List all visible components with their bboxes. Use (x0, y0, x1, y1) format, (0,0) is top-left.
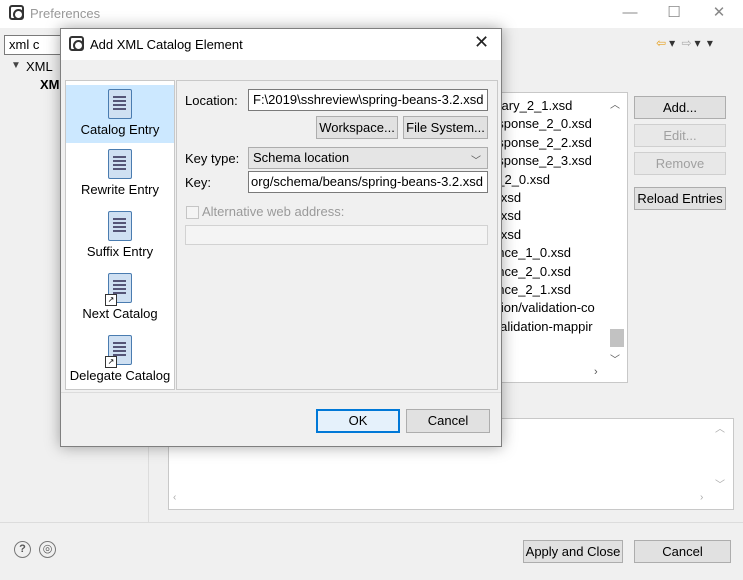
catalog-entry-row[interactable]: ence_2_1.xsd (490, 282, 571, 297)
scroll-right-icon[interactable]: › (594, 366, 598, 378)
close-icon[interactable]: ✕ (707, 4, 731, 22)
catalog-entry-row[interactable]: esponse_2_3.xsd (490, 153, 592, 168)
catalog-entry-row[interactable]: esponse_2_0.xsd (490, 116, 592, 131)
suffix-entry-icon (108, 211, 132, 241)
type-label: Suffix Entry (86, 244, 154, 259)
key-value: org/schema/beans/spring-beans-3.2.xsd (251, 174, 483, 189)
key-type-label: Key type: (185, 151, 240, 166)
details-scroll-left-icon[interactable]: ‹ (173, 492, 176, 503)
dialog-close-icon[interactable]: ✕ (474, 32, 489, 53)
details-scroll-down-icon[interactable]: ﹀ (715, 476, 725, 491)
type-rewrite-entry[interactable]: Rewrite Entry (66, 147, 174, 205)
alternative-web-address-field[interactable] (185, 225, 488, 245)
scroll-up-icon[interactable]: ︿ (610, 96, 620, 111)
dialog-titlebar: Add XML Catalog Element ✕ (61, 29, 501, 60)
ok-button[interactable]: OK (316, 409, 400, 433)
remove-button[interactable]: Remove (634, 152, 726, 175)
catalog-entry-icon (108, 89, 132, 119)
preferences-titlebar: Preferences — ☐ ✕ (0, 0, 743, 28)
bottom-divider (0, 522, 743, 523)
minimize-icon[interactable]: — (618, 4, 642, 22)
scroll-thumb[interactable] (610, 329, 624, 347)
maximize-icon[interactable]: ☐ (662, 4, 686, 22)
next-catalog-icon: ↗ (105, 273, 132, 306)
file-system-button[interactable]: File System... (403, 116, 488, 139)
catalog-entry-row[interactable]: ence_2_0.xsd (490, 264, 571, 279)
delegate-catalog-icon: ↗ (105, 335, 132, 368)
workspace-button[interactable]: Workspace... (316, 116, 398, 139)
back-arrow-icon[interactable]: ⇦ (656, 36, 666, 50)
preferences-cancel-button[interactable]: Cancel (634, 540, 731, 563)
reload-entries-button[interactable]: Reload Entries (634, 187, 726, 210)
catalog-element-type-list: Catalog Entry Rewrite Entry Suffix Entry… (65, 80, 175, 390)
import-export-icon[interactable]: ◎ (39, 541, 56, 558)
help-icon[interactable]: ? (14, 541, 31, 558)
preferences-title: Preferences (30, 6, 101, 21)
key-type-value: Schema location (253, 150, 350, 165)
type-delegate-catalog[interactable]: ↗ Delegate Catalog (66, 333, 174, 391)
eclipse-app-icon (69, 36, 84, 51)
key-field[interactable]: org/schema/beans/spring-beans-3.2.xsd (248, 171, 488, 193)
type-label: Delegate Catalog (69, 368, 171, 383)
history-navigation: ⇦ ▾ ⇨ ▾ ▾ (656, 36, 716, 50)
catalog-entry-row[interactable]: brary_2_1.xsd (490, 98, 572, 113)
location-label: Location: (185, 93, 238, 108)
details-scroll-up-icon[interactable]: ︿ (715, 420, 725, 435)
view-menu-chevron-icon[interactable]: ▾ (707, 36, 713, 50)
rewrite-entry-icon (108, 149, 132, 179)
type-label: Next Catalog (82, 306, 158, 321)
chevron-down-icon[interactable]: ▼ (11, 60, 21, 71)
catalog-entry-form: Location: F:\2019\sshreview\spring-beans… (176, 80, 498, 390)
key-type-select[interactable]: Schema location ﹀ (248, 147, 488, 169)
preferences-filter-input[interactable]: xml c (4, 35, 64, 55)
type-catalog-entry[interactable]: Catalog Entry (66, 85, 174, 143)
back-menu-chevron-icon[interactable]: ▾ (669, 36, 675, 50)
alternative-web-address-label: Alternative web address: (202, 204, 345, 219)
dialog-divider (61, 392, 501, 393)
edit-button[interactable]: Edit... (634, 124, 726, 147)
add-button[interactable]: Add... (634, 96, 726, 119)
dialog-cancel-button[interactable]: Cancel (406, 409, 490, 433)
tree-item-xml[interactable]: XML (26, 59, 53, 74)
eclipse-app-icon (9, 5, 24, 20)
type-next-catalog[interactable]: ↗ Next Catalog (66, 271, 174, 329)
dialog-title: Add XML Catalog Element (90, 37, 243, 52)
details-scroll-right-icon[interactable]: › (700, 492, 703, 503)
catalog-entry-row[interactable]: /validation-mappir (490, 319, 593, 334)
location-field[interactable]: F:\2019\sshreview\spring-beans-3.2.xsd (248, 89, 488, 111)
forward-arrow-icon[interactable]: ⇨ (681, 36, 691, 50)
type-label: Catalog Entry (80, 122, 160, 137)
catalog-entry-row[interactable]: ation/validation-co (490, 300, 595, 315)
type-label: Rewrite Entry (80, 182, 160, 197)
scroll-down-icon[interactable]: ﹀ (610, 351, 620, 366)
type-suffix-entry[interactable]: Suffix Entry (66, 209, 174, 267)
apply-and-close-button[interactable]: Apply and Close (523, 540, 623, 563)
key-label: Key: (185, 175, 212, 190)
entries-vertical-scrollbar[interactable]: ︿ ﹀ (608, 93, 626, 366)
catalog-entry-row[interactable]: esponse_2_2.xsd (490, 135, 592, 150)
chevron-down-icon: ﹀ (471, 156, 481, 167)
alternative-web-address-checkbox[interactable] (186, 206, 199, 219)
add-xml-catalog-element-dialog: Add XML Catalog Element ✕ Catalog Entry … (60, 28, 502, 447)
catalog-entry-row[interactable]: ence_1_0.xsd (490, 245, 571, 260)
forward-menu-chevron-icon[interactable]: ▾ (695, 36, 701, 50)
